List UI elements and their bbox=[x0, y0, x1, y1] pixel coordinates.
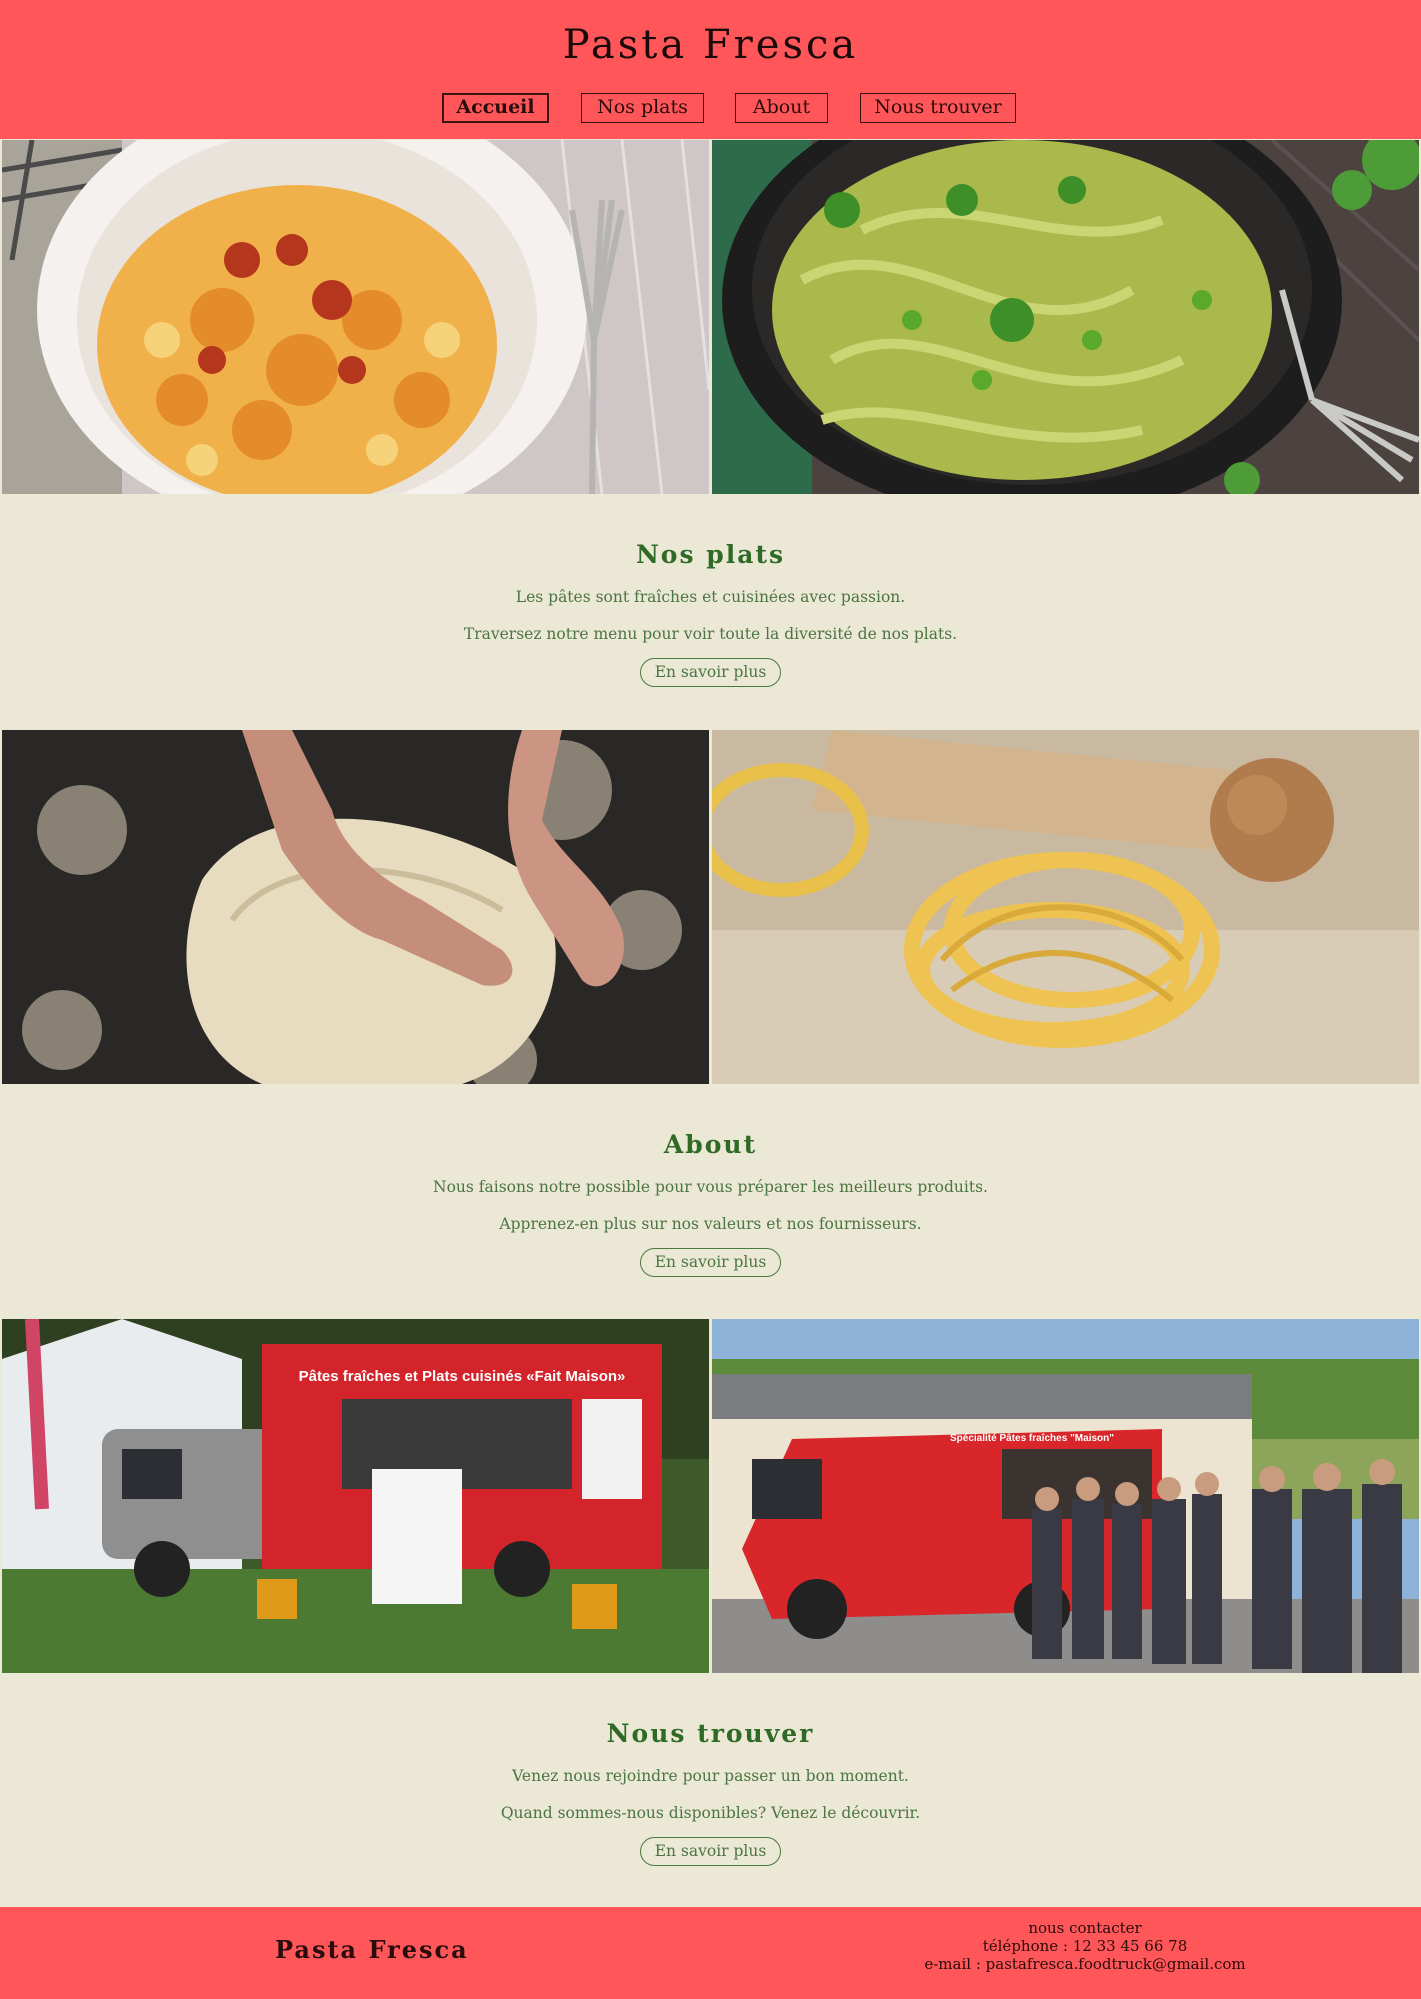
nav-item-nos-plats[interactable]: Nos plats bbox=[581, 93, 704, 123]
section-line-1: Venez nous rejoindre pour passer un bon … bbox=[512, 1767, 909, 1785]
section-line-2: Traversez notre menu pour voir toute la … bbox=[463, 625, 958, 643]
truck-banner-left: Pâtes fraîches et Plats cuisinés «Fait M… bbox=[299, 1368, 626, 1385]
contact-email[interactable]: e-mail : pastafresca.foodtruck@gmail.com bbox=[880, 1955, 1290, 1973]
food-truck-market-photo: Pâtes fraîches et Plats cuisinés «Fait M… bbox=[2, 1319, 709, 1673]
site-title[interactable]: Pasta Fresca bbox=[0, 22, 1421, 68]
tagliatelle-nest-photo bbox=[712, 730, 1419, 1084]
photo-row-dough bbox=[0, 730, 1421, 1084]
en-savoir-plus-button[interactable]: En savoir plus bbox=[640, 658, 781, 687]
section-nous-trouver: Nous trouver Venez nous rejoindre pour p… bbox=[0, 1719, 1421, 1869]
section-line-1: Les pâtes sont fraîches et cuisinées ave… bbox=[515, 588, 906, 606]
section-about: About Nous faisons notre possible pour v… bbox=[0, 1130, 1421, 1280]
section-title: About bbox=[663, 1130, 758, 1159]
nav-item-nous-trouver[interactable]: Nous trouver bbox=[860, 93, 1016, 123]
section-line-2: Quand sommes-nous disponibles? Venez le … bbox=[500, 1804, 921, 1822]
footer-contact: nous contacter téléphone : 12 33 45 66 7… bbox=[880, 1919, 1290, 1973]
section-line-2: Apprenez-en plus sur nos valeurs et nos … bbox=[499, 1215, 922, 1233]
kneading-dough-photo bbox=[2, 730, 709, 1084]
contact-heading: nous contacter bbox=[1028, 1919, 1142, 1937]
en-savoir-plus-button[interactable]: En savoir plus bbox=[640, 1837, 781, 1866]
section-title: Nos plats bbox=[635, 540, 786, 569]
footer-brand: Pasta Fresca bbox=[275, 1935, 469, 1964]
site-footer: Pasta Fresca nous contacter téléphone : … bbox=[0, 1907, 1421, 1999]
contact-phone[interactable]: téléphone : 12 33 45 66 78 bbox=[880, 1937, 1290, 1955]
section-nos-plats: Nos plats Les pâtes sont fraîches et cui… bbox=[0, 540, 1421, 690]
pasta-tomato-photo bbox=[2, 140, 709, 494]
nav-item-accueil[interactable]: Accueil bbox=[442, 93, 549, 123]
pasta-pesto-photo bbox=[712, 140, 1419, 494]
section-line-1: Nous faisons notre possible pour vous pr… bbox=[433, 1178, 988, 1196]
food-truck-crowd-photo: Spécialité Pâtes fraîches "Maison" bbox=[712, 1319, 1419, 1673]
en-savoir-plus-button[interactable]: En savoir plus bbox=[640, 1248, 781, 1277]
nav-item-about[interactable]: About bbox=[735, 93, 828, 123]
site-header: Pasta Fresca Accueil Nos plats About Nou… bbox=[0, 0, 1421, 139]
photo-row-trucks: Pâtes fraîches et Plats cuisinés «Fait M… bbox=[0, 1319, 1421, 1673]
photo-row-dishes bbox=[0, 140, 1421, 494]
main-nav: Accueil Nos plats About Nous trouver bbox=[0, 93, 1421, 123]
truck-banner-right: Spécialité Pâtes fraîches "Maison" bbox=[950, 1433, 1114, 1444]
section-title: Nous trouver bbox=[606, 1719, 815, 1748]
